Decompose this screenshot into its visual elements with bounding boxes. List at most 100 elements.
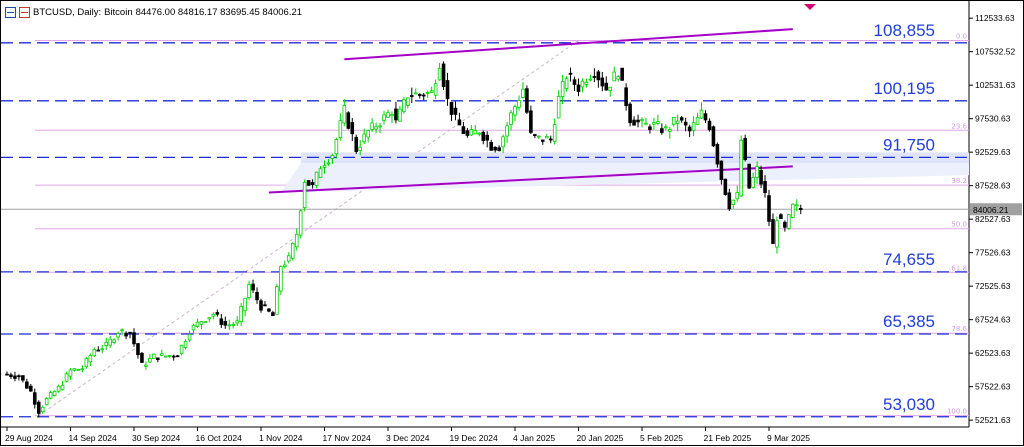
- bull-candle: [144, 364, 148, 367]
- price-chart: 0.0 23.6 38.2 50.0 61.8 78.6 100.0 108,855 100,1…: [1, 1, 1022, 443]
- bull-candle: [739, 139, 744, 197]
- bear-candle: [354, 136, 359, 152]
- bear-candle: [715, 144, 720, 165]
- y-tick-label: 97530.63: [975, 114, 1011, 124]
- bull-candle: [286, 255, 291, 262]
- bull-candle: [179, 344, 184, 355]
- bear-candle: [779, 214, 783, 219]
- bear-candle: [410, 95, 414, 97]
- bull-candle: [616, 76, 620, 80]
- x-tick-label: 17 Nov 2024: [323, 433, 371, 443]
- bear-candle: [525, 88, 529, 113]
- bear-candle: [743, 138, 747, 161]
- bull-candle: [314, 171, 319, 186]
- bull-candle: [477, 132, 482, 135]
- bear-candle: [493, 146, 497, 151]
- bull-candle: [644, 122, 648, 125]
- bull-candle: [318, 168, 323, 179]
- bear-candle: [17, 375, 21, 378]
- bull-candle: [358, 146, 363, 151]
- bull-candle: [537, 135, 541, 138]
- x-tick-label: 9 Mar 2025: [767, 433, 810, 443]
- bear-candle: [481, 131, 486, 141]
- y-tick-label: 67524.63: [975, 315, 1011, 325]
- bear-candle: [13, 375, 17, 379]
- bear-candle: [592, 76, 597, 78]
- bull-candle: [564, 78, 569, 89]
- bull-candle: [334, 139, 339, 155]
- bull-candle: [275, 286, 279, 315]
- bull-candle: [207, 317, 212, 320]
- bear-candle: [223, 320, 228, 326]
- bear-candle: [679, 117, 684, 121]
- bull-candle: [100, 348, 105, 351]
- bear-candle: [604, 82, 609, 91]
- y-tick-label: 107532.52: [975, 47, 1015, 57]
- bull-candle: [588, 78, 593, 81]
- fib-level-label: 50.0: [951, 221, 967, 229]
- bear-candle: [767, 195, 771, 222]
- bull-candle: [509, 112, 513, 125]
- bull-candle: [338, 120, 343, 139]
- bull-candle: [398, 108, 402, 122]
- bull-candle: [231, 324, 236, 326]
- bear-candle: [624, 87, 628, 107]
- bull-candle: [390, 114, 394, 117]
- bull-candle: [199, 321, 204, 325]
- fib-trend-line: [38, 40, 579, 417]
- bear-candle: [25, 381, 29, 389]
- bear-candle: [457, 119, 462, 126]
- bull-candle: [382, 114, 386, 121]
- bull-candle: [552, 124, 557, 142]
- y-tick-label: 112533.63: [975, 13, 1015, 23]
- bear-candle: [763, 181, 767, 194]
- bear-candle: [727, 192, 732, 210]
- bull-candle: [370, 122, 374, 130]
- x-tick-label: 19 Dec 2024: [450, 433, 498, 443]
- bull-candle: [402, 99, 406, 113]
- bear-candle: [29, 385, 33, 392]
- bear-candle: [445, 80, 450, 100]
- y-tick-label: 87528.63: [975, 181, 1011, 191]
- bear-candle: [421, 94, 426, 97]
- bull-candle: [505, 125, 509, 137]
- bull-candle: [68, 369, 73, 377]
- bull-candle: [64, 373, 69, 382]
- bear-candle: [5, 373, 9, 376]
- bull-candle: [88, 355, 93, 363]
- bear-candle: [267, 308, 271, 312]
- bull-candle: [80, 368, 85, 371]
- bull-candle: [425, 91, 430, 94]
- bear-candle: [394, 108, 398, 121]
- bull-candle: [386, 112, 390, 118]
- bull-candle: [104, 341, 109, 347]
- bear-candle: [711, 126, 716, 147]
- y-tick-label: 52521.63: [975, 415, 1011, 425]
- bull-candle: [560, 80, 565, 97]
- bull-candle: [580, 80, 585, 88]
- bear-candle: [449, 101, 454, 115]
- bull-candle: [675, 120, 680, 124]
- bull-candle: [48, 392, 53, 399]
- bear-candle: [540, 139, 545, 142]
- bear-candle: [485, 134, 490, 141]
- x-tick-label: 4 Jan 2025: [513, 433, 555, 443]
- bull-candle: [731, 199, 736, 205]
- current-price-label: 84006.21: [973, 205, 1009, 215]
- bull-candle: [374, 126, 378, 130]
- bear-candle: [620, 67, 624, 81]
- bear-candle: [576, 84, 581, 92]
- bull-candle: [787, 214, 791, 229]
- bear-candle: [215, 312, 220, 315]
- bull-candle: [163, 355, 168, 358]
- bear-candle: [723, 178, 728, 195]
- x-tick-label: 29 Aug 2024: [5, 433, 53, 443]
- bull-candle: [691, 122, 696, 131]
- bear-candle: [417, 94, 422, 96]
- bull-candle: [735, 191, 740, 200]
- bear-candle: [124, 332, 128, 337]
- bear-candle: [759, 169, 763, 185]
- bear-candle: [140, 352, 144, 363]
- sr-level-label: 91,750: [883, 135, 935, 154]
- bear-candle: [783, 221, 787, 228]
